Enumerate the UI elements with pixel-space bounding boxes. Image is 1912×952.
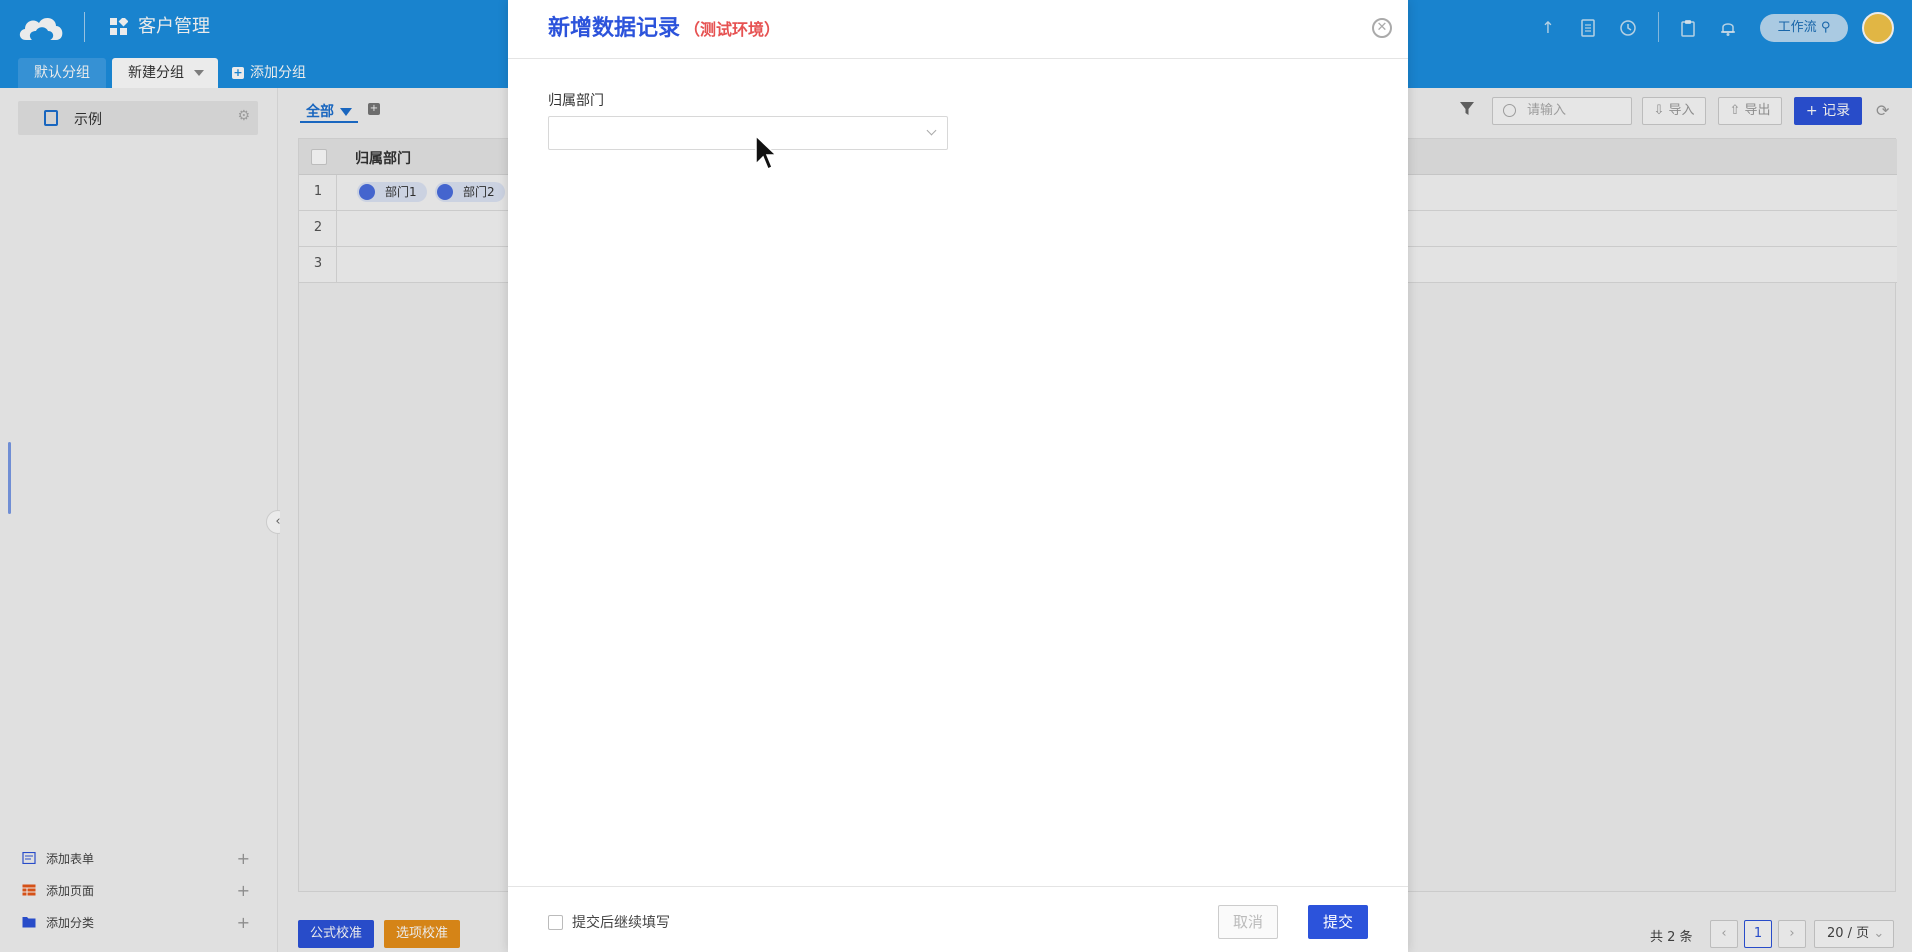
mouse-cursor-icon <box>755 134 778 171</box>
department-select[interactable] <box>548 116 948 150</box>
modal-title: 新增数据记录 （测试环境） <box>548 14 780 45</box>
continue-checkbox[interactable] <box>548 915 563 930</box>
modal-footer: 提交后继续填写 取消 提交 <box>508 886 1408 952</box>
department-field-label: 归属部门 <box>548 93 604 109</box>
chevron-down-icon <box>926 125 937 136</box>
env-badge: （测试环境） <box>684 20 781 39</box>
continue-label[interactable]: 提交后继续填写 <box>572 912 670 932</box>
close-icon[interactable]: ✕ <box>1372 18 1392 38</box>
submit-button[interactable]: 提交 <box>1308 905 1368 939</box>
modal-title-text: 新增数据记录 <box>548 16 681 41</box>
cancel-button[interactable]: 取消 <box>1218 905 1278 939</box>
new-record-modal: 新增数据记录 （测试环境） ✕ 归属部门 提交后继续填写 取消 提交 <box>508 0 1408 952</box>
modal-divider <box>508 58 1408 59</box>
